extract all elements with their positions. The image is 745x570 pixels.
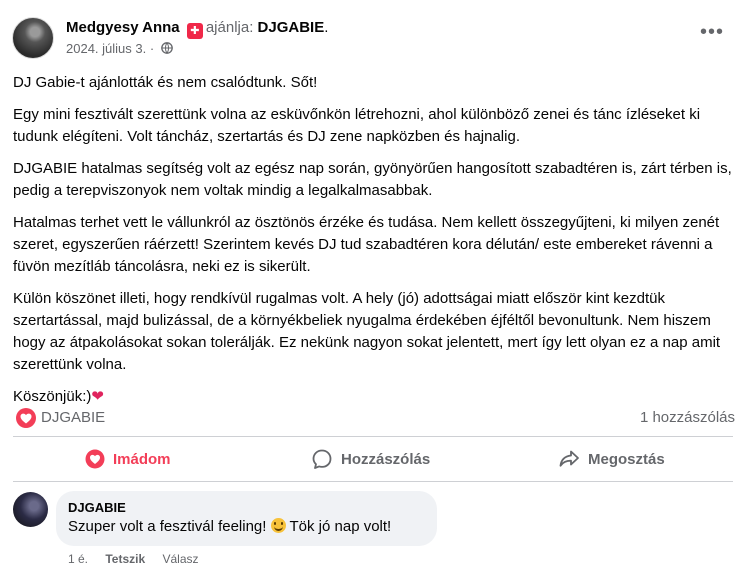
post-meta: 2024. július 3. · (66, 41, 173, 56)
comment-time[interactable]: 1 é. (68, 552, 88, 566)
love-button-label: Imádom (113, 450, 171, 468)
commenter-avatar[interactable] (13, 492, 48, 527)
comment-meta: 1 é. Tetszik Válasz (68, 552, 213, 566)
more-icon[interactable]: ••• (700, 22, 724, 47)
comment-text-part: Tök jó nap volt! (285, 518, 392, 535)
comment-reply-button[interactable]: Válasz (163, 552, 199, 566)
heart-icon (85, 449, 105, 469)
comment-icon (312, 449, 332, 469)
share-button-label: Megosztás (588, 450, 665, 468)
post-body: DJ Gabie-t ajánlották és nem csalódtunk.… (13, 72, 733, 418)
comment-button-label: Hozzászólás (341, 450, 431, 468)
reaction-name[interactable]: DJGABIE (41, 409, 105, 426)
comment-text: Szuper volt a fesztivál feeling! Tök jó … (68, 518, 391, 535)
share-button[interactable]: Megosztás (558, 440, 665, 478)
post-paragraph: Hatalmas terhet vett le vállunkról az ös… (13, 214, 720, 275)
divider (13, 436, 733, 437)
comment-count-link[interactable]: 1 hozzászólás (640, 409, 735, 426)
post-paragraph: DJ Gabie-t ajánlották és nem csalódtunk.… (13, 74, 318, 91)
post-paragraph: DJGABIE hatalmas segítség volt az egész … (13, 160, 732, 199)
action-bar: Imádom Hozzászólás Megosztás (13, 440, 733, 478)
author-line: Medgyesy Anna ✚ ajánlja: DJGABIE. (66, 19, 328, 39)
post-date[interactable]: 2024. július 3. (66, 41, 146, 56)
closing-text: Köszönjük:) (13, 388, 92, 405)
page-name-link[interactable]: DJGABIE (258, 19, 325, 36)
comment-like-button[interactable]: Tetszik (105, 552, 145, 566)
meta-separator: · (149, 41, 155, 56)
post-paragraph: Egy mini fesztivált szerettünk volna az … (13, 106, 701, 145)
divider (13, 481, 733, 482)
author-avatar[interactable] (12, 17, 54, 59)
heart-emoji-icon: ❤ (91, 388, 104, 405)
comment-text-part: Szuper volt a fesztivál feeling! (68, 518, 271, 535)
comment-button[interactable]: Hozzászólás (311, 440, 430, 478)
smiley-emoji-icon (270, 518, 286, 533)
reaction-stats: DJGABIE 1 hozzászólás (13, 406, 735, 430)
author-name[interactable]: Medgyesy Anna (66, 19, 180, 36)
recommend-badge-icon: ✚ (186, 23, 203, 39)
recommends-label: ajánlja: (205, 19, 254, 36)
post-closing: Köszönjük:)❤ (13, 386, 733, 408)
share-icon (559, 450, 579, 467)
post-header: Medgyesy Anna ✚ ajánlja: DJGABIE. 2024. j… (12, 15, 734, 63)
post-paragraph: Külön köszönet illeti, hogy rendkívül ru… (13, 290, 721, 373)
page-suffix: . (324, 19, 329, 36)
comment-author[interactable]: DJGABIE (68, 500, 126, 515)
love-button[interactable]: Imádom (85, 440, 171, 478)
comment-bubble: DJGABIE Szuper volt a fesztivál feeling!… (56, 491, 437, 546)
globe-icon (160, 42, 173, 54)
love-reaction-icon[interactable] (16, 408, 36, 428)
